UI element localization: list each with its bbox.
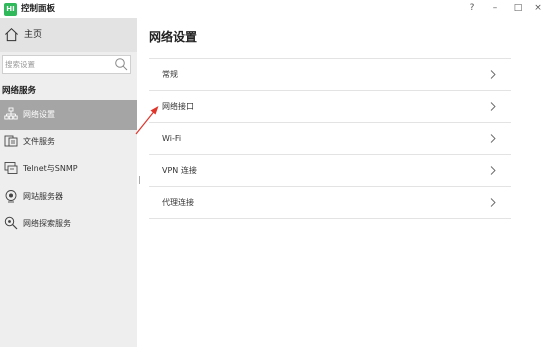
sidebar-item-label: 主页 bbox=[24, 30, 43, 40]
row-label: 常规 bbox=[162, 70, 178, 79]
sidebar-item-label: 网络探索服务 bbox=[23, 219, 71, 228]
sidebar-item-telnet-snmp[interactable]: Telnet与SNMP bbox=[0, 154, 137, 184]
row-label: 代理连接 bbox=[162, 198, 194, 207]
title-bar: HI 控制面板 ? – □ × bbox=[0, 0, 550, 18]
settings-row-wifi[interactable]: Wi-Fi bbox=[149, 123, 511, 154]
help-button[interactable]: ? bbox=[464, 1, 480, 15]
maximize-button[interactable]: □ bbox=[510, 1, 526, 15]
globe-icon bbox=[5, 190, 17, 203]
control-panel-window: HI 控制面板 ? – □ × 主页 网络服务 bbox=[0, 0, 550, 347]
terminal-icon bbox=[4, 162, 18, 174]
sidebar: 主页 网络服务 网络设置 bbox=[0, 18, 137, 347]
sidebar-item-file-services[interactable]: 文件服务 bbox=[0, 127, 137, 157]
row-label: 网络接口 bbox=[162, 102, 194, 111]
file-service-icon bbox=[4, 135, 18, 147]
search-box bbox=[2, 55, 131, 74]
search-input[interactable] bbox=[4, 57, 112, 72]
network-icon bbox=[4, 107, 18, 120]
divider bbox=[149, 218, 511, 219]
chevron-right-icon bbox=[490, 134, 496, 143]
sidebar-item-label: 网站服务器 bbox=[23, 192, 63, 201]
sidebar-item-network-discovery[interactable]: 网络探索服务 bbox=[0, 209, 137, 239]
chevron-right-icon bbox=[490, 166, 496, 175]
sidebar-item-label: 文件服务 bbox=[23, 137, 55, 146]
chevron-right-icon bbox=[490, 70, 496, 79]
search-icon[interactable] bbox=[114, 57, 128, 71]
chevron-right-icon bbox=[490, 198, 496, 207]
sidebar-item-web-server[interactable]: 网站服务器 bbox=[0, 182, 137, 212]
discovery-icon bbox=[4, 216, 18, 230]
minimize-button[interactable]: – bbox=[487, 1, 503, 15]
sidebar-item-home[interactable]: 主页 bbox=[0, 18, 137, 52]
main-panel: 网络设置 常规 网络接口 Wi-Fi VPN 连接 代理连接 bbox=[146, 18, 550, 347]
sidebar-item-label: 网络设置 bbox=[23, 110, 55, 119]
group-label-network-services: 网络服务 bbox=[2, 86, 37, 96]
settings-row-proxy[interactable]: 代理连接 bbox=[149, 187, 511, 218]
pane-splitter[interactable] bbox=[139, 176, 140, 184]
close-button[interactable]: × bbox=[530, 1, 546, 15]
chevron-right-icon bbox=[490, 102, 496, 111]
settings-row-vpn[interactable]: VPN 连接 bbox=[149, 155, 511, 186]
sidebar-item-network-settings[interactable]: 网络设置 bbox=[0, 100, 137, 130]
settings-row-network-interface[interactable]: 网络接口 bbox=[149, 91, 511, 122]
sidebar-item-label: Telnet与SNMP bbox=[23, 164, 78, 173]
home-icon bbox=[5, 27, 18, 42]
row-label: Wi-Fi bbox=[162, 134, 182, 143]
app-logo-icon: HI bbox=[4, 3, 17, 16]
row-label: VPN 连接 bbox=[162, 166, 197, 175]
settings-row-general[interactable]: 常规 bbox=[149, 59, 511, 90]
app-title: 控制面板 bbox=[21, 4, 56, 14]
page-title: 网络设置 bbox=[149, 30, 198, 44]
